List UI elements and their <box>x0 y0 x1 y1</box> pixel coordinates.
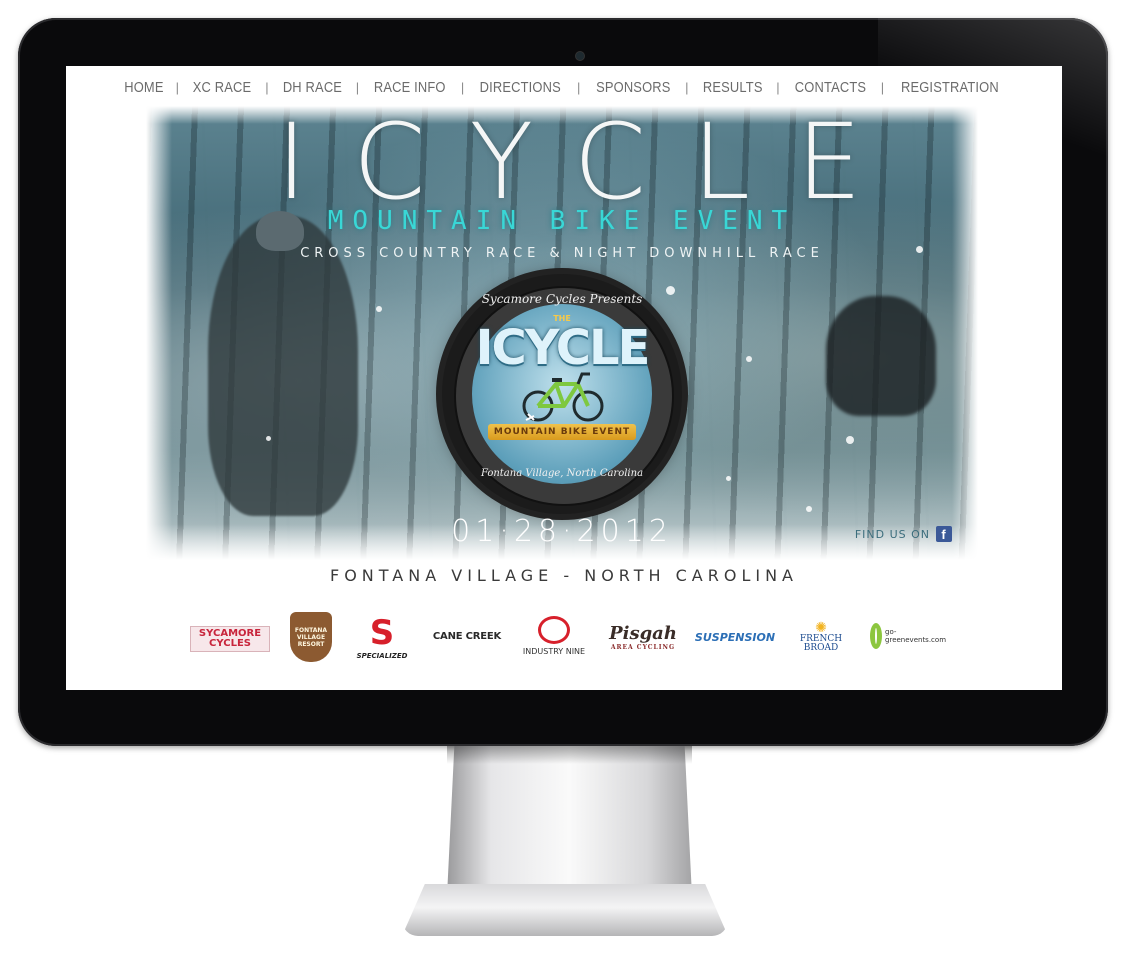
sponsor-text: Pisgah <box>609 623 677 644</box>
event-location: FONTANA VILLAGE - NORTH CAROLINA <box>330 566 798 585</box>
nav-separator: | <box>880 79 885 95</box>
badge-bottom-text: Fontana Village, North Carolina <box>480 468 644 479</box>
sponsor-text: FONTANA <box>294 626 328 634</box>
rider-left-image <box>208 216 358 516</box>
sponsor-french-broad[interactable]: ✺ FRENCH BROAD <box>794 614 848 660</box>
hero-tagline: CROSS COUNTRY RACE & NIGHT DOWNHILL RACE <box>300 246 824 261</box>
event-date: 01·28·2012 <box>451 514 673 549</box>
sponsor-text: CANE CREEK <box>432 630 502 642</box>
webcam-icon <box>576 52 584 60</box>
snowflake <box>376 306 382 312</box>
badge-ribbon: MOUNTAIN BIKE EVENT <box>488 424 636 440</box>
nav-dh-race[interactable]: DH RACE <box>281 79 344 96</box>
hero-subtitle: MOUNTAIN BIKE EVENT <box>327 206 797 236</box>
nav-separator: | <box>576 79 581 95</box>
sponsor-text: SPECIALIZED <box>356 652 408 660</box>
sponsor-fontana-village[interactable]: FONTANA VILLAGE RESORT <box>290 612 332 662</box>
industry-nine-icon <box>538 616 570 644</box>
nav-separator: | <box>685 79 689 95</box>
sponsor-pisgah[interactable]: Pisgah AREA CYCLING <box>609 612 677 662</box>
find-us-label: FIND US ON <box>854 527 930 541</box>
nav-registration[interactable]: REGISTRATION <box>900 79 1001 96</box>
snowflake <box>266 436 271 441</box>
nav-results[interactable]: RESULTS <box>701 79 764 96</box>
nav-directions[interactable]: DIRECTIONS <box>478 79 563 96</box>
nav-separator: | <box>175 79 180 95</box>
rider-right-image <box>826 296 936 416</box>
sponsor-go-green-events[interactable]: go-greenevents.com <box>870 618 946 654</box>
nav-xc-race[interactable]: XC RACE <box>191 79 253 96</box>
go-green-icon <box>870 623 883 649</box>
sponsor-subtext: AREA CYCLING <box>610 644 676 651</box>
sponsor-sycamore-cycles[interactable]: SYCAMORE CYCLES <box>190 626 270 652</box>
snowflake <box>846 436 854 444</box>
nav-contacts[interactable]: CONTACTS <box>793 79 868 96</box>
badge-top-text: Sycamore Cycles Presents <box>481 292 643 306</box>
sponsor-text: RESORT <box>297 640 325 648</box>
event-logo-badge: Sycamore Cycles Presents THE ICYCLE MOUN… <box>442 274 682 514</box>
nav-separator: | <box>776 79 780 95</box>
nav-separator: | <box>355 79 360 95</box>
screen: HOME | XC RACE | DH RACE | RACE INFO | D… <box>66 66 1062 690</box>
sponsor-logos: SYCAMORE CYCLES FONTANA VILLAGE RESORT S… <box>186 606 946 668</box>
sponsor-text: CYCLES <box>209 638 251 649</box>
hero-title: ICYCLE <box>276 106 908 223</box>
sponsor-specialized[interactable]: S SPECIALIZED <box>356 606 408 668</box>
hero-banner: ICYCLE MOUNTAIN BIKE EVENT CROSS COUNTRY… <box>146 106 978 564</box>
nav-separator: | <box>460 79 465 95</box>
monitor-stand-neck <box>447 746 692 896</box>
specialized-s-icon: S <box>369 613 395 653</box>
nav-race-info[interactable]: RACE INFO <box>372 79 447 96</box>
facebook-link[interactable]: FIND US ON f <box>855 526 952 542</box>
snowflake <box>806 506 812 512</box>
snowflake <box>726 476 731 481</box>
sponsor-cane-creek[interactable]: CANE CREEK <box>422 626 512 646</box>
sponsor-text: INDUSTRY NINE <box>522 647 586 656</box>
sponsor-text: SUSPENSION <box>694 630 776 644</box>
sponsor-industry-nine[interactable]: INDUSTRY NINE <box>518 610 590 662</box>
bicycle-icon <box>522 372 604 422</box>
stand-shadow <box>447 746 692 764</box>
sponsor-suspension[interactable]: SUSPENSION <box>692 628 778 646</box>
sponsor-text: VILLAGE <box>296 633 326 641</box>
sponsor-text: go-greenevents.com <box>885 628 947 644</box>
facebook-icon[interactable]: f <box>936 526 952 542</box>
sponsor-text: BROAD <box>803 643 839 653</box>
snowflake <box>746 356 752 362</box>
sunburst-icon: ✺ <box>815 620 827 636</box>
nav-home[interactable]: HOME <box>122 79 165 96</box>
nav-separator: | <box>265 79 269 95</box>
nav-sponsors[interactable]: SPONSORS <box>594 79 672 96</box>
monitor-stand-base <box>402 884 728 936</box>
main-nav: HOME | XC RACE | DH RACE | RACE INFO | D… <box>66 76 1062 98</box>
